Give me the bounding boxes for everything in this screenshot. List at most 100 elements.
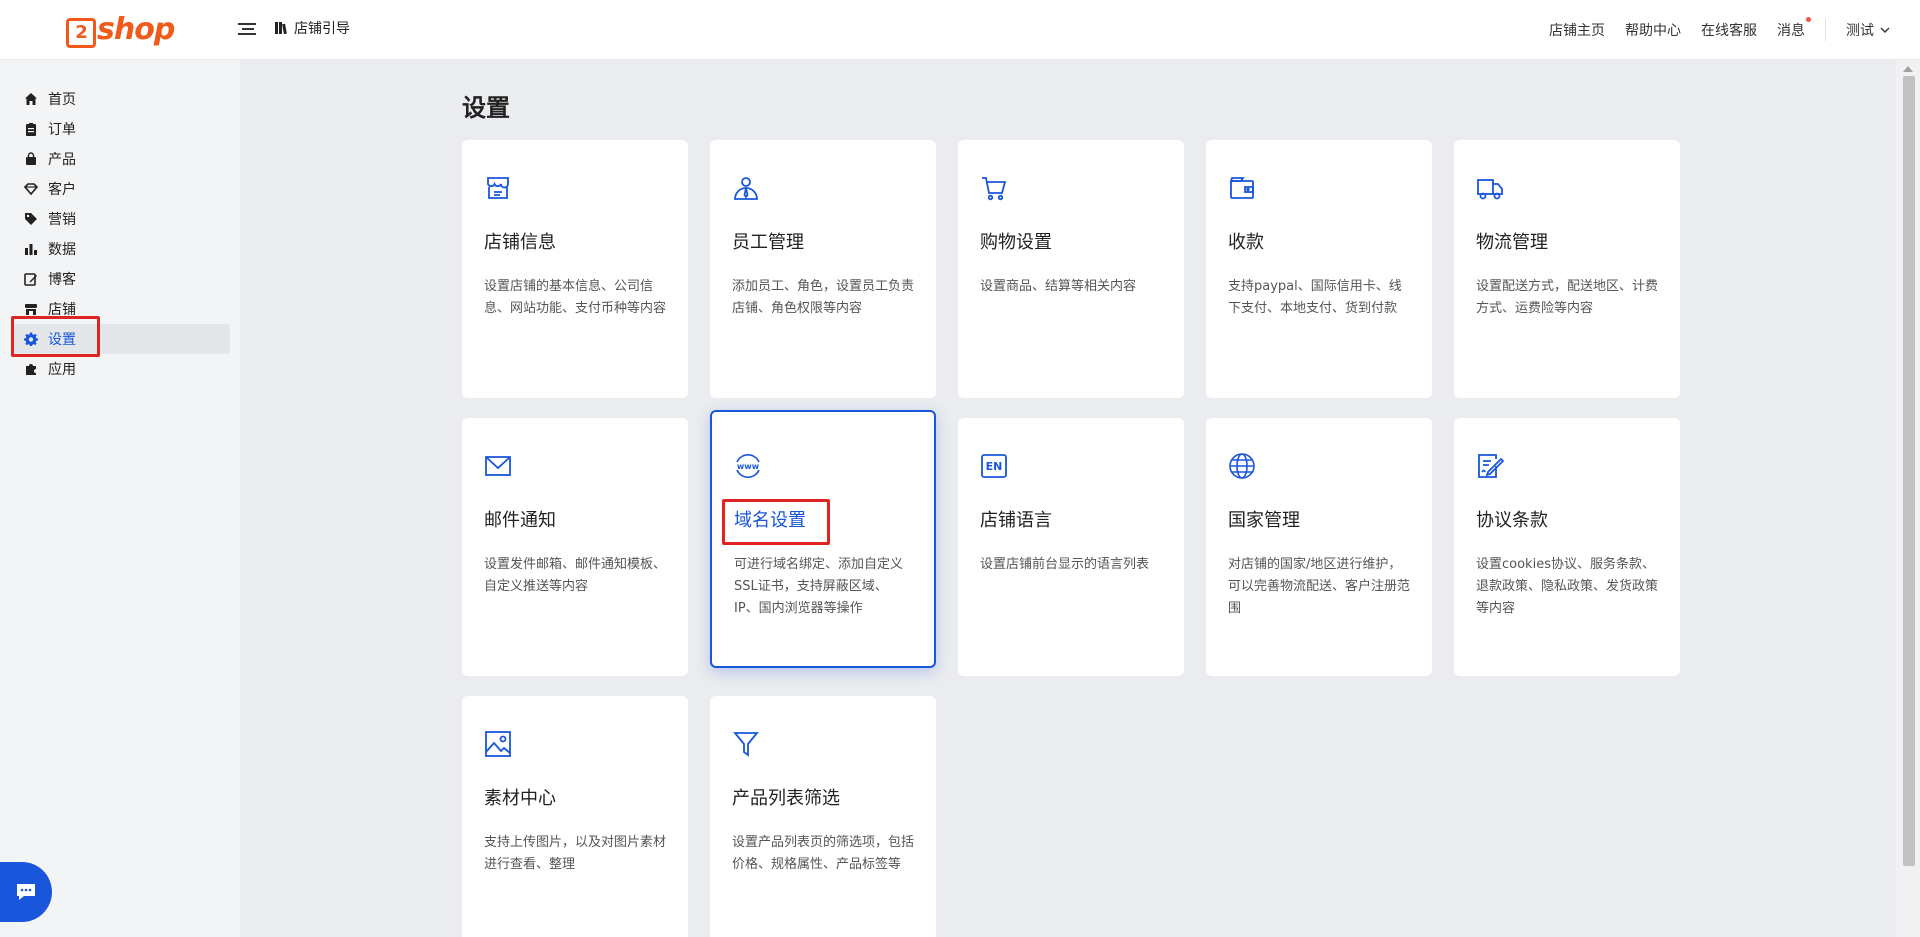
document-sign-icon [1478,454,1504,478]
sidebar: 首页 订单 产品 客户 营销 数据 博客 店铺 设置 应用 [0,60,240,937]
card-title: 域名设置 [734,510,806,531]
sidebar-item-orders[interactable]: 订单 [12,114,230,144]
svg-text:EN: EN [986,460,1003,473]
card-shopping-settings[interactable]: 购物设置 设置商品、结算等相关内容 [958,140,1184,398]
card-title: 素材中心 [484,788,556,809]
card-description: 设置商品、结算等相关内容 [980,279,1137,294]
sidebar-item-label: 营销 [48,212,76,228]
sidebar-item-label: 设置 [48,332,76,348]
card-terms-agreements[interactable]: 协议条款 设置cookies协议、服务条款、退款政策、隐私政策、发货政策等内容 [1454,418,1680,676]
storefront-icon [487,177,509,199]
card-description: 可进行域名绑定、添加自定义SSL证书，支持屏蔽区域、IP、国内浏览器等操作 [734,557,904,616]
bag-icon [24,152,38,166]
sidebar-item-products[interactable]: 产品 [12,144,230,174]
sidebar-item-store[interactable]: 店铺 [12,294,230,324]
sidebar-item-customers[interactable]: 客户 [12,174,230,204]
user-menu[interactable]: 测试 [1846,20,1890,40]
main-content: 设置 店铺信息 设置店铺的基本信息、公司信息、网站功能、支付币种等内容 员工管理… [240,60,1896,937]
logo[interactable]: 2 shop [66,10,175,50]
mail-icon [485,456,511,476]
card-description: 设置配送方式，配送地区、计费方式、运费险等内容 [1476,279,1659,316]
chevron-down-icon [1880,27,1890,33]
card-domain-settings[interactable]: www 域名设置 可进行域名绑定、添加自定义SSL证书，支持屏蔽区域、IP、国内… [710,410,936,668]
sidebar-item-label: 订单 [48,122,76,138]
store-home-link[interactable]: 店铺主页 [1549,20,1605,40]
card-title: 产品列表筛选 [732,788,840,809]
card-logistics[interactable]: 物流管理 设置配送方式，配送地区、计费方式、运费险等内容 [1454,140,1680,398]
card-description: 设置店铺前台显示的语言列表 [980,557,1150,572]
card-title: 员工管理 [732,232,804,253]
card-description: 设置发件邮箱、邮件通知模板、自定义推送等内容 [484,557,667,594]
card-title: 物流管理 [1476,232,1548,253]
store-guide-link[interactable]: 店铺引导 [274,18,350,38]
bar-chart-icon [24,242,38,256]
card-email-notifications[interactable]: 邮件通知 设置发件邮箱、邮件通知模板、自定义推送等内容 [462,418,688,676]
sidebar-item-data[interactable]: 数据 [12,234,230,264]
card-store-info[interactable]: 店铺信息 设置店铺的基本信息、公司信息、网站功能、支付币种等内容 [462,140,688,398]
sidebar-item-label: 应用 [48,362,76,378]
card-title: 购物设置 [980,232,1052,253]
settings-grid: 店铺信息 设置店铺的基本信息、公司信息、网站功能、支付币种等内容 员工管理 添加… [462,140,1680,937]
card-description: 设置店铺的基本信息、公司信息、网站功能、支付币种等内容 [484,279,667,316]
card-product-list-filter[interactable]: 产品列表筛选 设置产品列表页的筛选项，包括价格、规格属性、产品标签等 [710,696,936,937]
book-icon [275,22,287,35]
card-media-center[interactable]: 素材中心 支持上传图片，以及对图片素材进行查看、整理 [462,696,688,937]
sidebar-item-settings[interactable]: 设置 [12,324,230,354]
card-payments[interactable]: 收款 支持paypal、国际信用卡、线下支付、本地支付、货到付款 [1206,140,1432,398]
gear-icon [24,332,38,346]
help-center-link[interactable]: 帮助中心 [1625,20,1681,40]
messages-link[interactable]: 消息 [1777,17,1811,40]
diamond-icon [24,182,38,196]
chat-icon [17,884,35,900]
scrollbar[interactable] [1896,60,1920,937]
messages-label: 消息 [1777,23,1805,39]
card-title: 收款 [1228,232,1264,253]
menu-toggle-button[interactable] [238,20,256,38]
sidebar-item-blog[interactable]: 博客 [12,264,230,294]
top-links: 店铺主页 帮助中心 在线客服 消息 测试 [1529,0,1890,60]
divider [1825,19,1826,41]
card-store-language[interactable]: EN 店铺语言 设置店铺前台显示的语言列表 [958,418,1184,676]
truck-icon [1477,179,1503,200]
sidebar-item-label: 数据 [48,242,76,258]
sidebar-item-label: 首页 [48,92,76,108]
globe-icon [1229,453,1255,479]
user-name: 测试 [1846,23,1874,39]
card-title: 协议条款 [1476,510,1548,531]
top-bar: 2 shop 店铺引导 店铺主页 帮助中心 在线客服 消息 测试 [0,0,1920,60]
sidebar-item-apps[interactable]: 应用 [12,354,230,384]
store-icon [24,302,38,316]
image-icon [485,731,511,757]
card-title: 店铺信息 [484,232,556,253]
wallet-icon [1229,177,1254,199]
en-language-icon: EN [981,454,1007,478]
card-country-management[interactable]: 国家管理 对店铺的国家/地区进行维护，可以完善物流配送、客户注册范围 [1206,418,1432,676]
scroll-thumb[interactable] [1903,76,1915,866]
card-title: 店铺语言 [980,510,1052,531]
logo-text: 2 shop [66,12,175,49]
message-dot-badge [1806,17,1811,22]
card-description: 添加员工、角色，设置员工负责店铺、角色权限等内容 [732,279,915,316]
card-description: 支持上传图片，以及对图片素材进行查看、整理 [484,835,667,872]
card-description: 设置产品列表页的筛选项，包括价格、规格属性、产品标签等 [732,835,915,872]
sidebar-item-label: 客户 [48,182,76,198]
www-icon: www [736,454,760,478]
online-support-link[interactable]: 在线客服 [1701,20,1757,40]
staff-icon [734,177,758,200]
card-description: 对店铺的国家/地区进行维护，可以完善物流配送、客户注册范围 [1228,557,1411,616]
sidebar-item-label: 产品 [48,152,76,168]
cart-icon [982,177,1007,201]
filter-icon [733,732,759,757]
card-title: 国家管理 [1228,510,1300,531]
card-staff-management[interactable]: 员工管理 添加员工、角色，设置员工负责店铺、角色权限等内容 [710,140,936,398]
sidebar-item-marketing[interactable]: 营销 [12,204,230,234]
scroll-up-arrow-icon[interactable] [1903,66,1913,72]
card-description: 支持paypal、国际信用卡、线下支付、本地支付、货到付款 [1228,279,1402,316]
card-title: 邮件通知 [484,510,556,531]
store-guide-label: 店铺引导 [294,21,350,37]
home-icon [24,92,38,106]
sidebar-item-home[interactable]: 首页 [12,84,230,114]
sidebar-item-label: 博客 [48,272,76,288]
puzzle-icon [24,362,38,376]
card-description: 设置cookies协议、服务条款、退款政策、隐私政策、发货政策等内容 [1476,557,1659,616]
